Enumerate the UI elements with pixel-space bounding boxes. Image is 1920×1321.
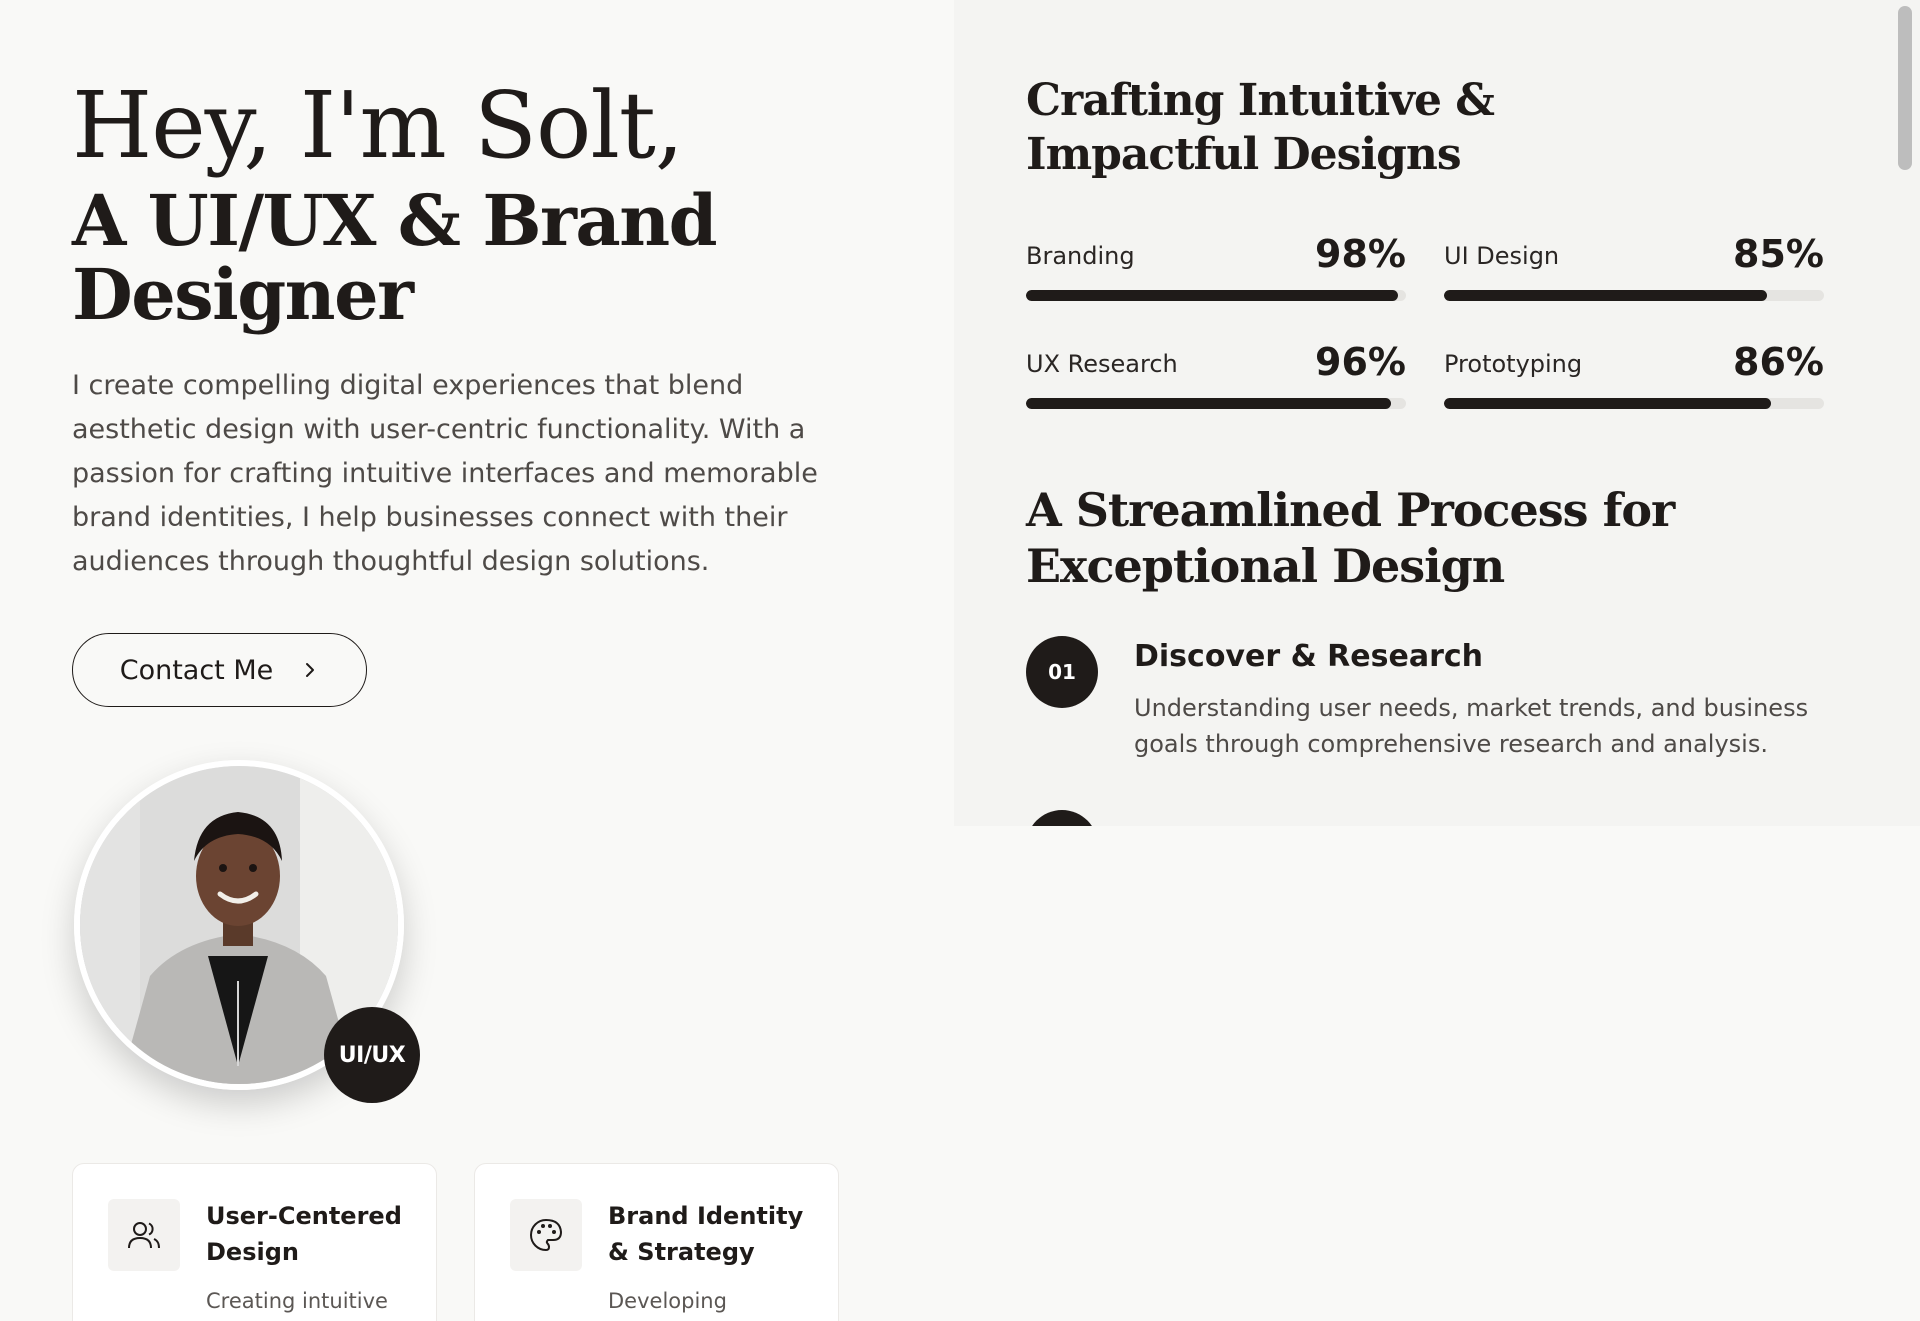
skill-prototyping: Prototyping 86% xyxy=(1444,340,1824,410)
service-card-text: Creating intuitive xyxy=(206,1289,388,1313)
step-number: 01 xyxy=(1026,636,1098,708)
skill-progress-fill xyxy=(1444,398,1771,409)
ui-ux-badge: UI/UX xyxy=(324,1007,420,1103)
hero-role: A UI/UX & Brand Designer xyxy=(72,179,718,336)
skill-branding: Branding 98% xyxy=(1026,232,1406,302)
service-card-brand-identity[interactable]: Brand Identity & Strategy Developing xyxy=(474,1163,839,1321)
scrollbar-thumb[interactable] xyxy=(1898,6,1912,170)
skill-progress-track xyxy=(1444,290,1824,301)
skill-name: UI Design xyxy=(1444,242,1560,270)
hero-bio: I create compelling digital experiences … xyxy=(72,370,818,577)
skills-title: Crafting Intuitive & Impactful Designs xyxy=(1026,75,1495,180)
skill-progress-track xyxy=(1026,290,1406,301)
process-title: A Streamlined Process for Exceptional De… xyxy=(1026,483,1675,593)
skill-percent: 98% xyxy=(1315,232,1406,276)
chevron-right-icon xyxy=(306,663,315,677)
skill-percent: 96% xyxy=(1315,340,1406,384)
skill-progress-fill xyxy=(1026,290,1399,301)
skill-progress-fill xyxy=(1444,290,1767,301)
skills-panel: Crafting Intuitive & Impactful Designs B… xyxy=(954,0,1896,826)
service-card-title: Brand Identity & Strategy xyxy=(608,1202,804,1266)
skill-name: Branding xyxy=(1026,242,1135,270)
profile-photo-group: UI/UX xyxy=(72,760,422,1110)
skill-name: UX Research xyxy=(1026,350,1178,378)
service-card-text: Developing xyxy=(608,1289,727,1313)
skill-progress-track xyxy=(1026,398,1406,409)
skill-progress-fill xyxy=(1026,398,1391,409)
step-text: Understanding user needs, market trends,… xyxy=(1134,694,1809,758)
contact-me-button[interactable]: Contact Me xyxy=(72,633,367,707)
skill-ui-design: UI Design 85% xyxy=(1444,232,1824,302)
skill-progress-track xyxy=(1444,398,1824,409)
skill-ux-research: UX Research 96% xyxy=(1026,340,1406,410)
page: Hey, I'm Solt, A UI/UX & Brand Designer … xyxy=(0,0,1920,1321)
skill-percent: 85% xyxy=(1733,232,1824,276)
contact-me-label: Contact Me xyxy=(119,654,274,686)
service-card-title: User-Centered Design xyxy=(206,1202,402,1266)
skill-percent: 86% xyxy=(1733,340,1824,384)
skill-name: Prototyping xyxy=(1444,350,1583,378)
hero-greeting: Hey, I'm Solt, xyxy=(72,72,684,179)
users-icon xyxy=(108,1199,180,1271)
step-number-next xyxy=(1026,810,1098,826)
step-title: Discover & Research xyxy=(1134,639,1484,674)
palette-icon xyxy=(510,1199,582,1271)
service-card-user-centered[interactable]: User-Centered Design Creating intuitive xyxy=(72,1163,437,1321)
